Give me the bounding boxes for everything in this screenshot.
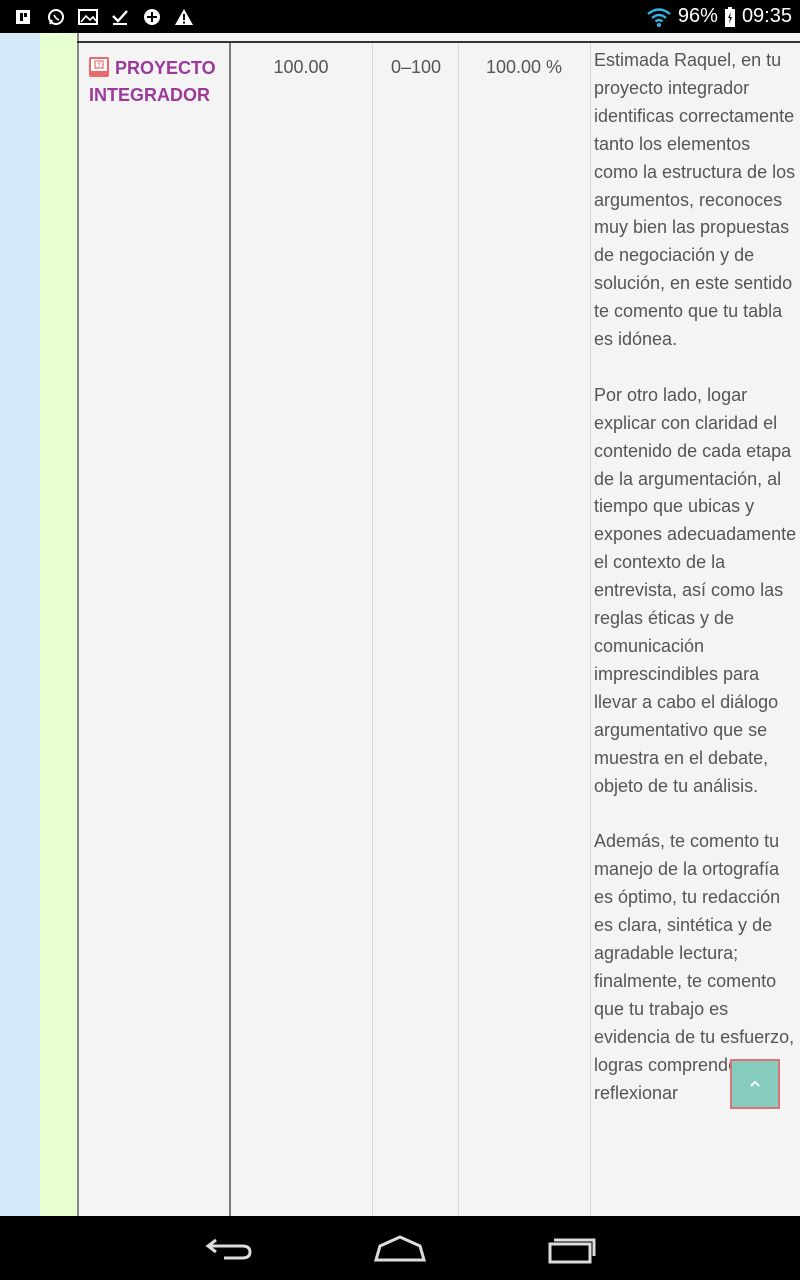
row-divider [77,41,800,43]
grade-range: 0–100 [390,57,442,77]
battery-icon [724,6,735,27]
category-level-2 [40,33,79,1216]
assignment-icon: ? [89,57,109,77]
recent-apps-button[interactable] [540,1230,600,1266]
notification-icon [16,10,30,24]
gallery-icon [78,9,98,25]
column-divider [458,43,459,1216]
grade-value: 100.00 [273,57,329,77]
grade-item-cell: ? PROYECTO INTEGRADOR [89,55,224,109]
status-bar: 96% 09:35 [0,0,800,33]
wifi-icon [647,7,671,27]
navigation-bar [0,1216,800,1280]
whatsapp-icon [48,9,64,25]
svg-text:?: ? [97,63,101,69]
grade-item-link[interactable]: ? PROYECTO INTEGRADOR [89,57,216,105]
home-button[interactable] [370,1230,430,1266]
column-divider [590,43,591,1216]
clock: 09:35 [741,5,792,27]
warning-icon [175,9,193,25]
chevron-up-icon [750,1080,760,1087]
feedback-paragraph: Por otro lado, logar explicar con clarid… [594,384,797,796]
feedback-text: Estimada Raquel, en tu proyecto integrad… [594,47,798,1135]
category-level-1 [0,33,41,1216]
column-divider [229,43,231,1216]
task-done-icon [112,10,128,25]
gamepad-icon [144,9,160,25]
column-divider [372,43,373,1216]
status-right: 96% 09:35 [646,0,792,33]
scroll-to-top-button[interactable] [730,1059,780,1109]
grade-percentage: 100.00 % [485,57,563,77]
battery-percent: 96% [677,5,718,27]
feedback-paragraph: Estimada Raquel, en tu proyecto integrad… [594,50,796,350]
grades-table: ? PROYECTO INTEGRADOR 100.00 0–100 100.0… [0,33,800,1216]
back-button[interactable] [200,1230,260,1266]
